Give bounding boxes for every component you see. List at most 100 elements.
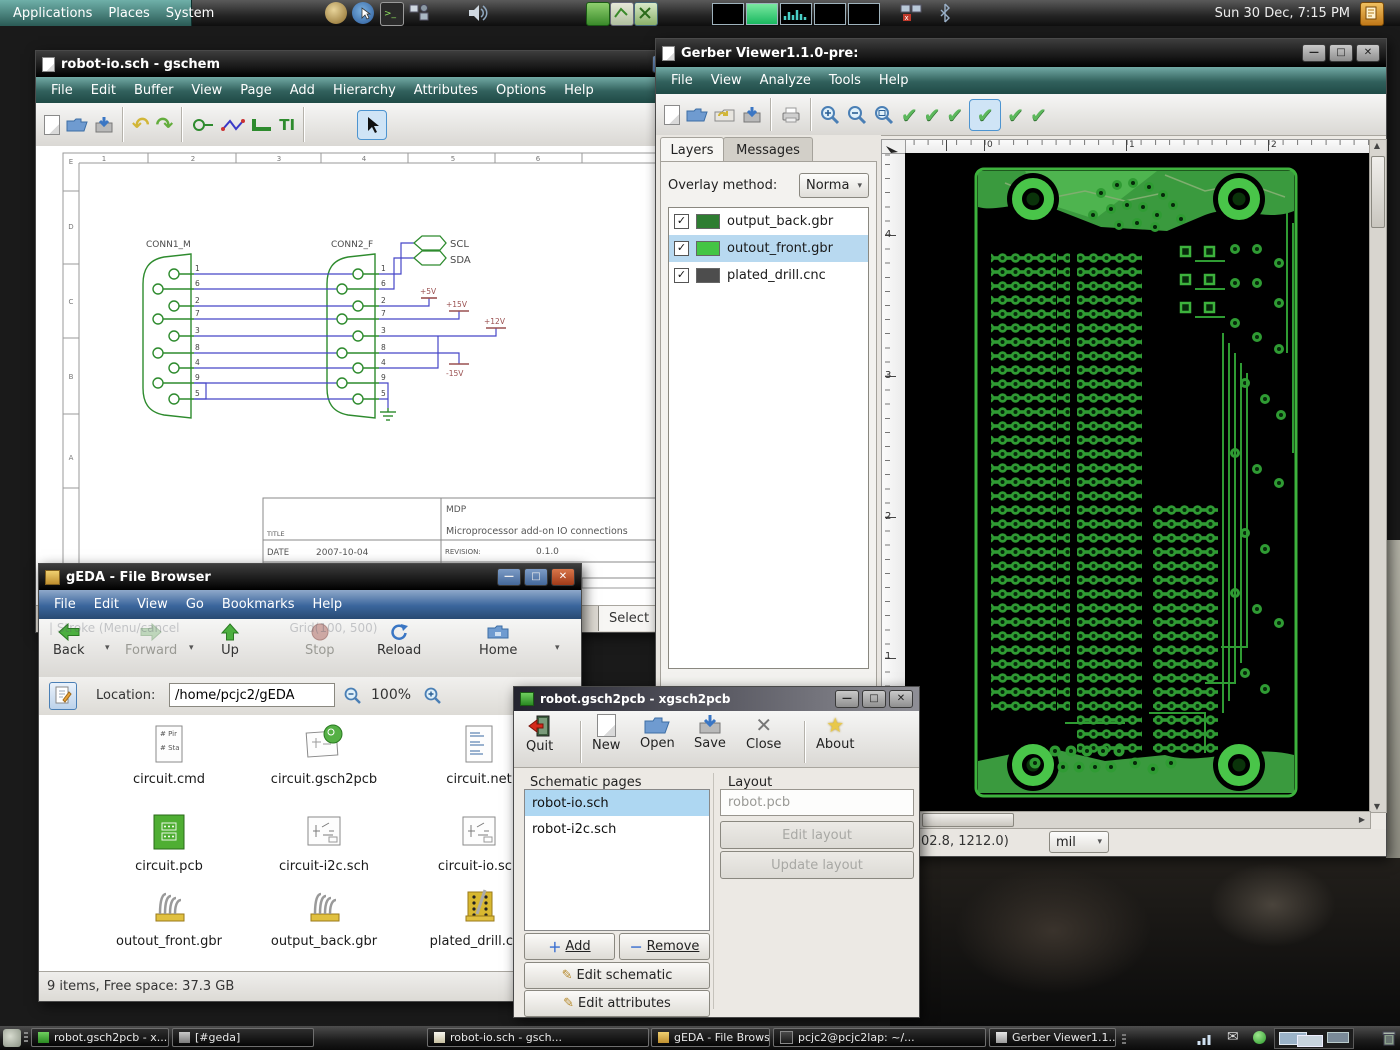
signal-strength-icon[interactable] bbox=[1197, 1031, 1215, 1046]
cpu-monitor-applet[interactable] bbox=[746, 3, 778, 25]
file-item[interactable]: circuit.gsch2pcb bbox=[249, 724, 399, 787]
layer-row[interactable]: ✓ plated_drill.cnc bbox=[669, 262, 868, 289]
edit-attributes-button[interactable]: ✎ Edit attributes bbox=[524, 990, 710, 1017]
undo-icon[interactable]: ↶ bbox=[132, 113, 150, 137]
add-component-icon[interactable] bbox=[191, 117, 215, 133]
save-button[interactable]: Save bbox=[694, 714, 726, 751]
tab-messages[interactable]: Messages bbox=[723, 137, 813, 162]
menu-file[interactable]: File bbox=[45, 593, 85, 616]
menu-applications[interactable]: Applications bbox=[6, 4, 99, 23]
zoom-in-icon[interactable] bbox=[424, 687, 442, 705]
launcher-gschem-icon[interactable] bbox=[610, 2, 634, 26]
save-icon[interactable] bbox=[742, 106, 762, 124]
launcher-browser-icon[interactable] bbox=[352, 2, 374, 24]
menu-file[interactable]: File bbox=[662, 69, 702, 92]
menu-view[interactable]: View bbox=[702, 69, 751, 92]
launcher-geda-icon[interactable] bbox=[586, 2, 610, 26]
units-dropdown[interactable]: mil ▾ bbox=[1049, 831, 1109, 853]
file-item[interactable]: circuit-i2c.sch bbox=[249, 811, 399, 874]
layout-name-entry[interactable]: robot.pcb bbox=[720, 789, 914, 816]
maximize-button[interactable]: □ bbox=[524, 568, 548, 586]
menu-view[interactable]: View bbox=[128, 593, 177, 616]
taskbar-button-xgsch2pcb[interactable]: robot.gsch2pcb - x... bbox=[31, 1028, 169, 1047]
file-item[interactable]: output_back.gbr bbox=[249, 886, 399, 949]
mem-monitor-applet[interactable] bbox=[848, 3, 880, 25]
menu-tools[interactable]: Tools bbox=[820, 69, 870, 92]
layer-visibility-checkbox[interactable]: ✓ bbox=[674, 214, 689, 229]
revert-icon[interactable] bbox=[714, 106, 736, 123]
mail-notifier-icon[interactable]: ✉ bbox=[1227, 1029, 1239, 1045]
taskbar-button-geda-irc[interactable]: [#geda] bbox=[172, 1028, 314, 1047]
layer-color-swatch[interactable] bbox=[696, 268, 720, 283]
add-bus-icon[interactable] bbox=[251, 117, 273, 133]
print-icon[interactable] bbox=[780, 106, 802, 124]
home-dropdown-caret[interactable]: ▾ bbox=[555, 643, 560, 653]
menu-go[interactable]: Go bbox=[177, 593, 213, 616]
launcher-pcb-icon[interactable] bbox=[634, 2, 658, 26]
menu-options[interactable]: Options bbox=[487, 79, 555, 102]
edit-layout-button[interactable]: Edit layout bbox=[720, 821, 914, 849]
vertical-scrollbar[interactable]: ▲ ▼ bbox=[1369, 139, 1387, 813]
layer-color-swatch[interactable] bbox=[696, 241, 720, 256]
taskbar-button-terminal[interactable]: pcjc2@pcjc2lap: ~/... bbox=[773, 1028, 986, 1047]
menu-help[interactable]: Help bbox=[555, 79, 603, 102]
launcher-network-tool-icon[interactable] bbox=[408, 2, 430, 24]
menu-help[interactable]: Help bbox=[303, 593, 351, 616]
workspace-switcher[interactable] bbox=[1274, 1028, 1354, 1049]
add-button[interactable]: ＋ Add bbox=[524, 933, 615, 960]
launcher-terminal-icon[interactable]: >_ bbox=[380, 2, 404, 26]
menu-edit[interactable]: Edit bbox=[82, 79, 125, 102]
menu-buffer[interactable]: Buffer bbox=[125, 79, 182, 102]
close-button[interactable]: ✕ bbox=[551, 568, 575, 586]
minimize-button[interactable]: — bbox=[497, 568, 521, 586]
system-monitor-applet[interactable] bbox=[712, 3, 744, 25]
remove-button[interactable]: － Remove bbox=[619, 933, 710, 960]
show-desktop-button[interactable] bbox=[3, 1029, 21, 1047]
panel-clock[interactable]: Sun 30 Dec, 7:15 PM bbox=[1215, 0, 1350, 26]
close-button[interactable]: ✕ bbox=[1356, 44, 1380, 62]
location-input[interactable] bbox=[169, 683, 335, 707]
tool-check-icon[interactable]: ✔ bbox=[1030, 103, 1047, 127]
trash-icon[interactable] bbox=[1381, 1029, 1397, 1047]
zoom-fit-icon[interactable] bbox=[874, 105, 895, 125]
launcher-clock-icon[interactable] bbox=[325, 2, 347, 24]
minimize-button[interactable]: — bbox=[1302, 44, 1326, 62]
scroll-right-icon[interactable]: ▶ bbox=[1355, 815, 1369, 824]
tab-layers[interactable]: Layers bbox=[660, 137, 724, 162]
close-doc-button[interactable]: ✕ Close bbox=[746, 714, 781, 752]
zoom-out-icon[interactable] bbox=[344, 687, 362, 705]
zoom-in-icon[interactable] bbox=[820, 105, 841, 125]
overlay-method-dropdown[interactable]: Norma ▾ bbox=[799, 173, 869, 198]
page-row-selected[interactable]: robot-io.sch bbox=[525, 790, 709, 816]
layer-row-selected[interactable]: ✓ outout_front.gbr bbox=[669, 235, 868, 262]
messenger-status-icon[interactable] bbox=[1253, 1031, 1266, 1044]
gschem-canvas[interactable]: 1 2 3 4 5 6 1 2 3 4 5 6 E D C B A bbox=[36, 146, 736, 606]
tool-check-icon[interactable]: ✔ bbox=[1007, 103, 1024, 127]
file-item[interactable]: outout_front.gbr bbox=[94, 886, 244, 949]
reload-button[interactable]: Reload bbox=[377, 623, 421, 658]
quit-button[interactable]: Quit bbox=[526, 714, 553, 754]
tool-check-icon[interactable]: ✔ bbox=[947, 103, 964, 127]
scroll-up-icon[interactable]: ▲ bbox=[1370, 141, 1384, 150]
net-monitor-applet[interactable] bbox=[780, 3, 812, 25]
xg-titlebar[interactable]: robot.gsch2pcb - xgsch2pcb — □ ✕ bbox=[514, 687, 919, 711]
tool-check-icon[interactable]: ✔ bbox=[901, 103, 918, 127]
menu-analyze[interactable]: Analyze bbox=[751, 69, 820, 92]
zoom-out-icon[interactable] bbox=[847, 105, 868, 125]
select-tool-button[interactable] bbox=[357, 110, 387, 140]
home-button[interactable]: Home bbox=[479, 623, 517, 658]
menu-view[interactable]: View bbox=[182, 79, 231, 102]
gerbv-canvas[interactable] bbox=[905, 153, 1369, 811]
disk-monitor-applet[interactable] bbox=[814, 3, 846, 25]
tool-check-active-button[interactable]: ✔ bbox=[969, 99, 1001, 131]
update-layout-button[interactable]: Update layout bbox=[720, 851, 914, 879]
open-file-icon[interactable] bbox=[66, 116, 88, 133]
location-edit-icon[interactable] bbox=[49, 682, 77, 710]
fb-titlebar[interactable]: gEDA - File Browser — □ ✕ bbox=[39, 564, 581, 590]
save-file-icon[interactable] bbox=[94, 116, 114, 134]
back-dropdown-caret[interactable]: ▾ bbox=[105, 643, 110, 653]
edit-schematic-button[interactable]: ✎ Edit schematic bbox=[524, 962, 710, 989]
open-project-icon[interactable] bbox=[686, 106, 708, 123]
redo-icon[interactable]: ↷ bbox=[156, 113, 174, 137]
volume-icon[interactable] bbox=[466, 2, 488, 24]
